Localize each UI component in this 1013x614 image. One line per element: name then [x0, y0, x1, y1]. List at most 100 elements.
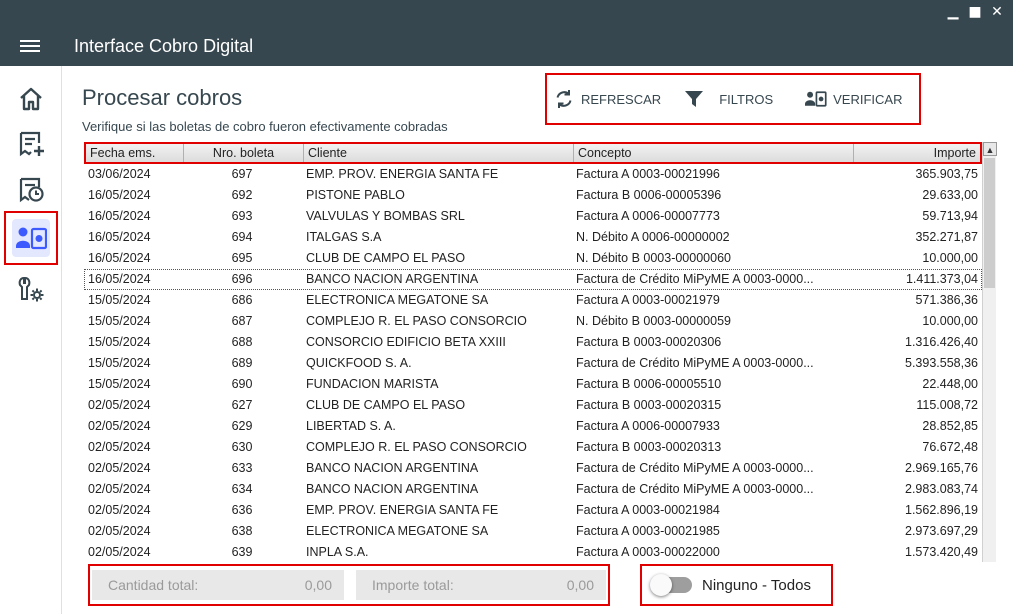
- menu-icon[interactable]: [20, 37, 42, 55]
- payments-grid: Fecha ems. Nro. boleta Cliente Concepto …: [84, 142, 997, 564]
- cell-date: 02/05/2024: [88, 524, 151, 538]
- column-header-date[interactable]: Fecha ems.: [86, 144, 184, 162]
- verify-button[interactable]: VERIFICAR: [805, 84, 902, 114]
- table-row[interactable]: 02/05/2024 638 ELECTRONICA MEGATONE SA Fact…: [84, 521, 982, 542]
- cell-amount: 2.973.697,29: [905, 524, 978, 538]
- cell-date: 15/05/2024: [88, 293, 151, 307]
- cell-amount: 59.713,94: [922, 209, 978, 223]
- table-row[interactable]: 02/05/2024 630 COMPLEJO R. EL PASO CONSORC…: [84, 437, 982, 458]
- cell-amount: 1.562.896,19: [905, 503, 978, 517]
- sidebar-item-tools[interactable]: [4, 262, 58, 316]
- table-row[interactable]: 15/05/2024 687 COMPLEJO R. EL PASO CONSORC…: [84, 311, 982, 332]
- main-content: Procesar cobros Verifique si las boletas…: [62, 66, 1013, 614]
- table-row[interactable]: 15/05/2024 688 CONSORCIO EDIFICIO BETA XXI…: [84, 332, 982, 353]
- cell-amount: 115.008,72: [916, 398, 978, 412]
- cell-amount: 352.271,87: [915, 230, 978, 244]
- cell-client: VALVULAS Y BOMBAS SRL: [306, 209, 465, 223]
- table-row[interactable]: 16/05/2024 692 PISTONE PABLO Factura B 0006…: [84, 185, 982, 206]
- column-header-amount[interactable]: Importe: [854, 144, 980, 162]
- maximize-button[interactable]: ■: [967, 3, 983, 21]
- table-row[interactable]: 16/05/2024 693 VALVULAS Y BOMBAS SRL Factur…: [84, 206, 982, 227]
- cell-concept: Factura A 0006-00007773: [576, 209, 720, 223]
- cell-receipt-number: 694: [231, 230, 253, 244]
- close-button[interactable]: ✕: [989, 3, 1005, 21]
- home-icon: [20, 87, 42, 111]
- cell-receipt-number: 686: [231, 293, 253, 307]
- cell-date: 16/05/2024: [88, 230, 151, 244]
- column-header-concept[interactable]: Concepto: [574, 144, 854, 162]
- tools-settings-icon: [18, 276, 44, 302]
- column-header-receipt-number[interactable]: Nro. boleta: [184, 144, 304, 162]
- cell-concept: Factura B 0003-00020313: [576, 440, 722, 454]
- cell-concept: Factura A 0006-00007933: [576, 419, 720, 433]
- table-row[interactable]: 02/05/2024 627 CLUB DE CAMPO EL PASO Factur…: [84, 395, 982, 416]
- scroll-up-icon[interactable]: ▲: [983, 142, 997, 156]
- sidebar: [0, 66, 62, 614]
- table-row[interactable]: 02/05/2024 633 BANCO NACION ARGENTINA Factu…: [84, 458, 982, 479]
- table-row[interactable]: 15/05/2024 686 ELECTRONICA MEGATONE SA Fact…: [84, 290, 982, 311]
- table-row[interactable]: 02/05/2024 629 LIBERTAD S. A. Factura A 000…: [84, 416, 982, 437]
- scrollbar-thumb[interactable]: [984, 158, 995, 288]
- cell-concept: Factura de Crédito MiPyME A 0003-0000...: [576, 356, 814, 370]
- cell-receipt-number: 690: [231, 377, 253, 391]
- table-row[interactable]: 02/05/2024 636 EMP. PROV. ENERGIA SANTA FE…: [84, 500, 982, 521]
- cell-client: FUNDACION MARISTA: [306, 377, 439, 391]
- cell-concept: Factura A 0003-00021979: [576, 293, 720, 307]
- cell-amount: 1.316.426,40: [905, 335, 978, 349]
- refresh-label: REFRESCAR: [581, 91, 662, 107]
- table-row[interactable]: 02/05/2024 639 INPLA S.A. Factura A 0003-00…: [84, 542, 982, 563]
- verify-payments-icon: [16, 227, 47, 250]
- cell-date: 02/05/2024: [88, 503, 151, 517]
- app-bar: Interface Cobro Digital: [0, 26, 1013, 66]
- cell-client: EMP. PROV. ENERGIA SANTA FE: [306, 167, 499, 181]
- cell-amount: 5.393.558,36: [905, 356, 978, 370]
- cell-amount: 571.386,36: [915, 293, 978, 307]
- cell-receipt-number: 629: [231, 419, 253, 433]
- cell-amount: 2.969.165,76: [905, 461, 978, 475]
- sidebar-item-process-payments[interactable]: [4, 211, 58, 265]
- cell-concept: Factura A 0003-00021996: [576, 167, 720, 181]
- table-row[interactable]: 02/05/2024 634 BANCO NACION ARGENTINA Factu…: [84, 479, 982, 500]
- select-all-toggle[interactable]: [650, 574, 692, 596]
- cell-concept: N. Débito B 0003-00000060: [576, 251, 731, 265]
- cell-client: CLUB DE CAMPO EL PASO: [306, 398, 466, 412]
- minimize-button[interactable]: ▁: [945, 3, 961, 21]
- refresh-icon: [553, 88, 575, 110]
- cell-date: 15/05/2024: [88, 314, 151, 328]
- app-title: Interface Cobro Digital: [74, 36, 254, 56]
- column-header-client[interactable]: Cliente: [304, 144, 574, 162]
- cell-amount: 10.000,00: [922, 314, 978, 328]
- cell-receipt-number: 636: [231, 503, 253, 517]
- sidebar-item-pending-receipts[interactable]: [4, 162, 58, 216]
- table-row[interactable]: 15/05/2024 689 QUICKFOOD S. A. Factura de C…: [84, 353, 982, 374]
- cell-concept: Factura A 0003-00021985: [576, 524, 720, 538]
- total-count-value: 0,00: [304, 577, 332, 593]
- table-row[interactable]: 16/05/2024 694 ITALGAS S.A N. Débito A 0006…: [84, 227, 982, 248]
- cell-client: QUICKFOOD S. A.: [306, 356, 412, 370]
- cell-receipt-number: 692: [231, 188, 253, 202]
- window-titlebar: ▁ ■ ✕: [0, 0, 1013, 26]
- cell-date: 03/06/2024: [88, 167, 151, 181]
- table-row[interactable]: 16/05/2024 696 BANCO NACION ARGENTINA Factu…: [84, 269, 982, 290]
- cell-amount: 1.411.373,04: [905, 272, 978, 286]
- filters-button[interactable]: FILTROS: [683, 84, 773, 114]
- cell-concept: Factura A 0003-00022000: [576, 545, 720, 559]
- vertical-scrollbar[interactable]: ▲: [982, 142, 997, 562]
- table-row[interactable]: 16/05/2024 695 CLUB DE CAMPO EL PASO N. Déb…: [84, 248, 982, 269]
- table-row[interactable]: 03/06/2024 697 EMP. PROV. ENERGIA SANTA FE…: [84, 164, 982, 185]
- cell-concept: Factura de Crédito MiPyME A 0003-0000...: [576, 461, 814, 475]
- cell-receipt-number: 633: [231, 461, 253, 475]
- cell-client: COMPLEJO R. EL PASO CONSORCIO: [306, 314, 527, 328]
- cell-concept: Factura de Crédito MiPyME A 0003-0000...: [576, 482, 814, 496]
- grid-rows: 03/06/2024 697 EMP. PROV. ENERGIA SANTA FE…: [84, 164, 982, 564]
- cell-amount: 365.903,75: [915, 167, 978, 181]
- refresh-button[interactable]: REFRESCAR: [553, 84, 661, 114]
- verify-label: VERIFICAR: [833, 91, 903, 107]
- page-title: Procesar cobros: [82, 85, 243, 110]
- cell-client: BANCO NACION ARGENTINA: [306, 482, 479, 496]
- receipt-add-icon: [19, 131, 44, 157]
- table-row[interactable]: 15/05/2024 690 FUNDACION MARISTA Factura B …: [84, 374, 982, 395]
- cell-client: ELECTRONICA MEGATONE SA: [306, 293, 489, 307]
- cell-client: BANCO NACION ARGENTINA: [306, 461, 479, 475]
- cell-client: ITALGAS S.A: [306, 230, 382, 244]
